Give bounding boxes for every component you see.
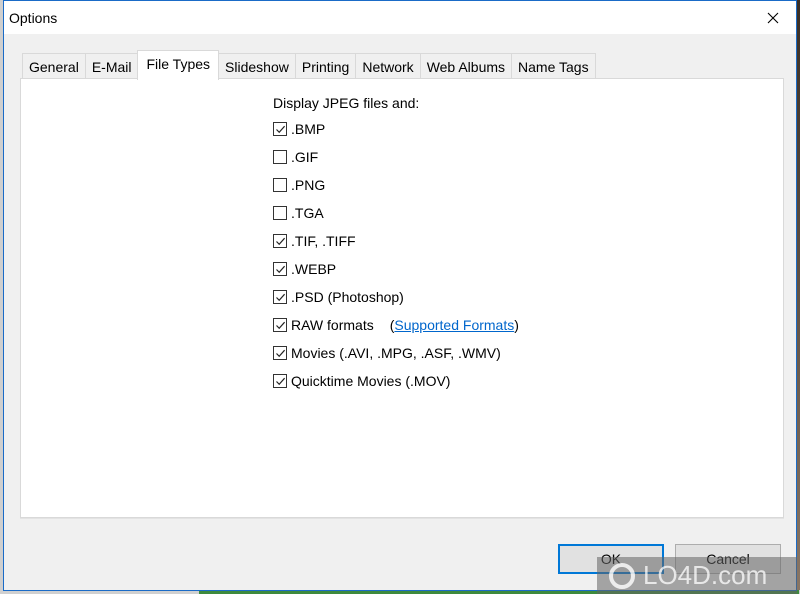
tab-printing[interactable]: Printing xyxy=(294,53,357,79)
option-label: Movies (.AVI, .MPG, .ASF, .WMV) xyxy=(291,345,501,361)
checkmark-icon xyxy=(275,265,285,273)
checkbox[interactable] xyxy=(273,290,287,304)
tab-slideshow[interactable]: Slideshow xyxy=(218,53,296,79)
checkmark-icon xyxy=(275,321,285,329)
option-psd-photoshop[interactable]: .PSD (Photoshop) xyxy=(273,283,519,311)
checkmark-icon xyxy=(275,237,285,245)
tab-strip: General E-Mail File Types Slideshow Prin… xyxy=(22,50,596,80)
checkbox[interactable] xyxy=(273,206,287,220)
checkbox[interactable] xyxy=(273,318,287,332)
cancel-button[interactable]: Cancel xyxy=(675,544,781,574)
file-type-checkbox-list: .BMP .GIF .PNG .TGA .TIF, .TIFF .WEBP .PSD (Ph… xyxy=(273,115,519,395)
option-label: .PNG xyxy=(291,177,326,193)
supported-formats-link[interactable]: Supported Formats xyxy=(394,317,514,333)
tab-web-albums[interactable]: Web Albums xyxy=(419,53,513,79)
close-paren: ) xyxy=(514,317,519,333)
tab-name-tags[interactable]: Name Tags xyxy=(511,53,596,79)
tab-general[interactable]: General xyxy=(22,53,86,79)
option-label: RAW formats xyxy=(291,317,374,333)
title-bar[interactable]: Options xyxy=(4,1,796,34)
option-tif-tiff[interactable]: .TIF, .TIFF xyxy=(273,227,519,255)
display-jpeg-heading: Display JPEG files and: xyxy=(273,95,420,111)
close-icon xyxy=(767,12,779,23)
option-label: .TIF, .TIFF xyxy=(291,233,356,249)
option-label: .BMP xyxy=(291,121,326,137)
option-png[interactable]: .PNG xyxy=(273,171,519,199)
tab-network[interactable]: Network xyxy=(355,53,421,79)
option-raw-formats[interactable]: RAW formats (Supported Formats) xyxy=(273,311,519,339)
option-gif[interactable]: .GIF xyxy=(273,143,519,171)
option-quicktime-movies-mov[interactable]: Quicktime Movies (.MOV) xyxy=(273,367,519,395)
option-label: Quicktime Movies (.MOV) xyxy=(291,373,451,389)
option-tga[interactable]: .TGA xyxy=(273,199,519,227)
checkbox[interactable] xyxy=(273,262,287,276)
tab-file-types[interactable]: File Types xyxy=(137,50,220,80)
checkbox[interactable] xyxy=(273,374,287,388)
file-types-panel: Display JPEG files and: .BMP .GIF .PNG .TGA… xyxy=(20,78,784,518)
checkmark-icon xyxy=(275,349,285,357)
option-label: .GIF xyxy=(291,149,319,165)
supported-formats-link-group: (Supported Formats) xyxy=(390,317,519,333)
checkbox[interactable] xyxy=(273,150,287,164)
options-dialog: Options General E-Mail File Types Slides… xyxy=(3,0,797,591)
checkbox[interactable] xyxy=(273,178,287,192)
option-bmp[interactable]: .BMP xyxy=(273,115,519,143)
checkbox[interactable] xyxy=(273,122,287,136)
tab-email[interactable]: E-Mail xyxy=(84,53,139,79)
checkbox[interactable] xyxy=(273,234,287,248)
option-label: .WEBP xyxy=(291,261,337,277)
checkmark-icon xyxy=(275,125,285,133)
window-title: Options xyxy=(9,10,58,26)
checkmark-icon xyxy=(275,293,285,301)
file-types-options: Display JPEG files and: .BMP .GIF .PNG .TGA… xyxy=(273,93,519,395)
checkmark-icon xyxy=(275,377,285,385)
option-movies-avi-mpg-asf-wmv[interactable]: Movies (.AVI, .MPG, .ASF, .WMV) xyxy=(273,339,519,367)
option-webp[interactable]: .WEBP xyxy=(273,255,519,283)
option-label: .PSD (Photoshop) xyxy=(291,289,404,305)
ok-button[interactable]: OK xyxy=(558,544,664,574)
checkbox[interactable] xyxy=(273,346,287,360)
option-label: .TGA xyxy=(291,205,324,221)
close-button[interactable] xyxy=(750,1,796,34)
